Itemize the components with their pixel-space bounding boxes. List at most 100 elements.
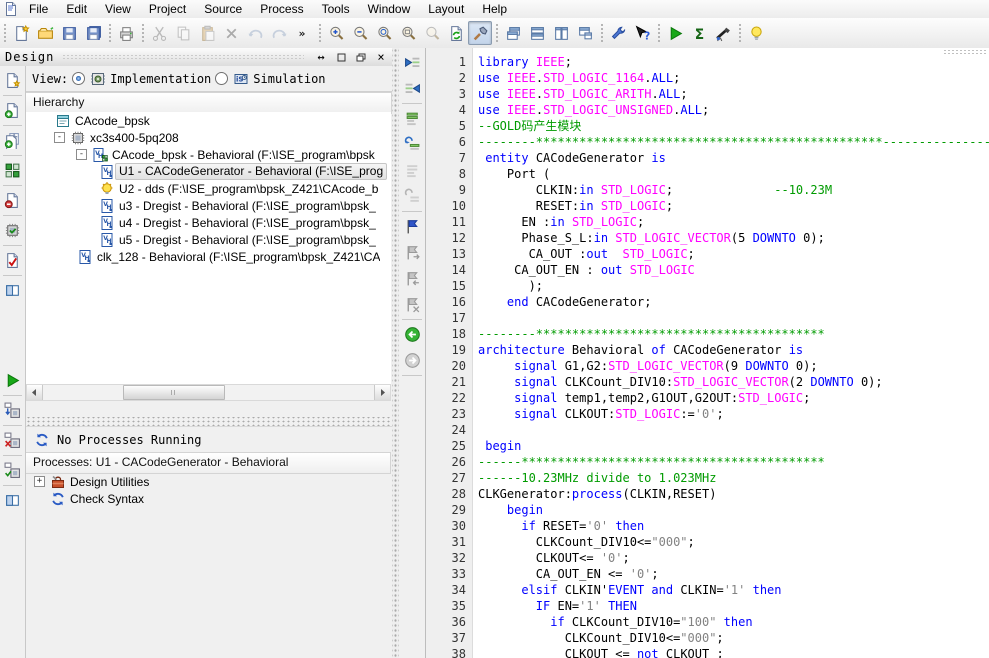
titlebar-drag-handle[interactable] [62,54,304,60]
show-columns-button[interactable] [1,489,24,512]
scroll-right-arrow[interactable] [374,385,390,400]
menu-item-view[interactable]: View [96,0,140,18]
zoom-full-button[interactable] [372,21,396,45]
save-all-button[interactable] [81,21,105,45]
comment-disabled-button[interactable] [401,159,424,182]
maximize-icon[interactable] [332,49,350,65]
menu-item-help[interactable]: Help [473,0,516,18]
print-button[interactable] [114,21,138,45]
design-panel-titlebar[interactable]: Design ↔ × [0,48,392,67]
nav-forward-button[interactable] [401,349,424,372]
code-editor[interactable]: 1 library IEEE; 2 use IEEE.STD_LOGIC_1164.A… [426,48,989,658]
show-columns-button[interactable] [1,279,24,302]
rerun-all-button[interactable] [1,459,24,482]
menu-item-window[interactable]: Window [359,0,420,18]
overflow-button[interactable]: » [291,21,315,45]
comment-lines-button[interactable] [401,107,424,130]
delete-button[interactable] [219,21,243,45]
scrollbar-thumb[interactable] [123,385,225,400]
scroll-left-arrow[interactable] [27,385,43,400]
design-toggle-button[interactable] [468,21,492,45]
remove-source-button[interactable] [1,189,24,212]
settings-wrench-button[interactable] [606,21,630,45]
cut-button[interactable] [147,21,171,45]
run-process-button[interactable] [1,369,24,392]
menu-item-edit[interactable]: Edit [57,0,96,18]
close-icon[interactable]: × [372,49,390,65]
hierarchy-tree[interactable]: CAcode_bpsk - xc3s400-5pq208- V H CAcode_bpsk… [26,112,391,385]
rerun-process-button[interactable] [1,399,24,422]
undock-icon[interactable]: ↔ [312,49,330,65]
save-button[interactable] [57,21,81,45]
find-button[interactable] [420,21,444,45]
run-button[interactable] [663,21,687,45]
menu-item-project[interactable]: Project [140,0,195,18]
zoom-selection-button[interactable] [396,21,420,45]
tree-row[interactable]: V H u3 - Dregist - Behavioral (F:\ISE_prog… [26,197,391,214]
add-source-button[interactable] [1,99,24,122]
menu-item-file[interactable]: File [20,0,57,18]
zoom-in-button[interactable] [324,21,348,45]
tree-row[interactable]: - V H CAcode_bpsk - Behavioral (F:\ISE_prog… [26,146,391,163]
restore-icon[interactable] [352,49,370,65]
editor-drag-handle[interactable] [943,49,987,54]
zoom-out-button[interactable] [348,21,372,45]
indent-button[interactable] [401,77,424,100]
nav-back-button[interactable] [401,323,424,346]
panel-splitter-horizontal[interactable] [26,417,391,426]
menu-item-process[interactable]: Process [251,0,312,18]
paste-button[interactable] [195,21,219,45]
summation-button[interactable]: Σ [687,21,711,45]
process-row[interactable]: + Design Utilities [26,473,391,490]
cascade-windows-button[interactable] [501,21,525,45]
tree-row[interactable]: - xc3s400-5pq208 [26,129,391,146]
panel-splitter-vertical[interactable] [392,48,399,658]
view-radio-simulation[interactable] [215,72,229,85]
tile-vertical-button[interactable] [549,21,573,45]
refresh-view-button[interactable] [444,21,468,45]
toggle-bookmark-button[interactable] [401,215,424,238]
view-radio-implementation[interactable] [72,72,86,85]
process-row[interactable]: Check Syntax [26,490,391,507]
clear-bookmarks-button[interactable] [401,293,424,316]
window-system-icon[interactable] [2,1,20,17]
copy-button[interactable] [171,21,195,45]
tree-row[interactable]: V H clk_128 - Behavioral (F:\ISE_program\b… [26,248,391,265]
stop-process-button[interactable] [1,429,24,452]
view-option-label[interactable]: Implementation [110,72,211,86]
collapse-icon[interactable]: - [54,132,65,143]
tree-row[interactable]: V H u4 - Dregist - Behavioral (F:\ISE_prog… [26,214,391,231]
uncomment-disabled-button[interactable] [401,185,424,208]
scrollbar-track[interactable] [43,385,374,400]
tree-row[interactable]: U2 - dds (F:\ISE_program\bpsk_Z421\CAcod… [26,180,391,197]
view-option-label[interactable]: Simulation [253,72,325,86]
analyze-button[interactable] [711,21,735,45]
uncomment-lines-button[interactable] [401,133,424,156]
collapse-icon[interactable]: - [76,149,87,160]
open-file-button[interactable] [33,21,57,45]
tree-row[interactable]: CAcode_bpsk [26,112,391,129]
hierarchy-hscrollbar[interactable] [26,384,391,401]
outdent-button[interactable] [401,51,424,74]
next-bookmark-button[interactable] [401,241,424,264]
redo-button[interactable] [267,21,291,45]
undo-button[interactable] [243,21,267,45]
design-rule-check-button[interactable] [1,249,24,272]
tree-row[interactable]: V H U1 - CACodeGenerator - Behavioral (F:\… [26,163,391,180]
expand-icon[interactable]: + [34,476,45,487]
menu-item-tools[interactable]: Tools [313,0,359,18]
prev-bookmark-button[interactable] [401,267,424,290]
tree-row[interactable]: V H u5 - Dregist - Behavioral (F:\ISE_prog… [26,231,391,248]
tip-of-day-button[interactable] [744,21,768,45]
new-source-button[interactable] [1,69,24,92]
device-check-button[interactable] [1,219,24,242]
new-file-button[interactable] [9,21,33,45]
menu-item-source[interactable]: Source [195,0,251,18]
ise-window: File Edit View Project Source Process Tools Win… [0,0,989,658]
tile-horizontal-button[interactable] [525,21,549,45]
add-copy-of-source-button[interactable] [1,129,24,152]
menu-item-layout[interactable]: Layout [419,0,473,18]
arrange-windows-button[interactable] [573,21,597,45]
whats-this-button[interactable]: ? [630,21,654,45]
compile-order-button[interactable] [1,159,24,182]
